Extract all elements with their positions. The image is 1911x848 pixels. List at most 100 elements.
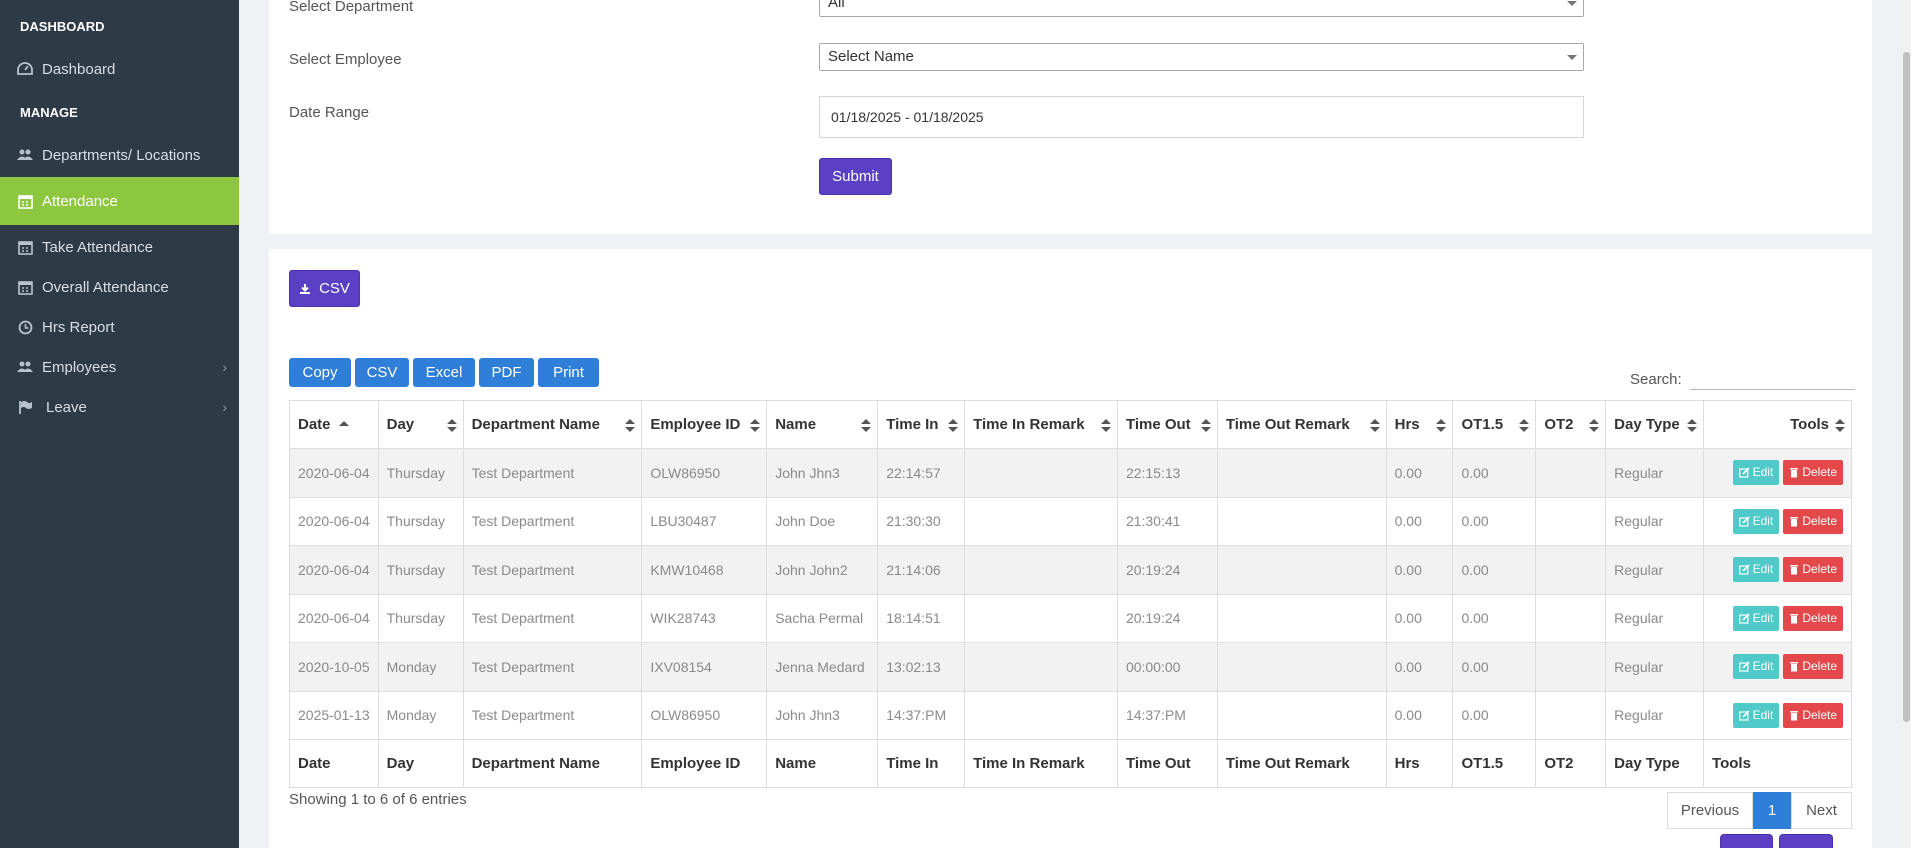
search-label: Search: bbox=[1630, 370, 1682, 388]
table-row: 2020-10-05 Monday Test Department IXV08154 J… bbox=[289, 642, 1852, 692]
sort-asc-icon bbox=[339, 421, 349, 435]
cell-ot15: 0.00 bbox=[1452, 593, 1537, 643]
sidebar-item-leave[interactable]: Leave › bbox=[0, 387, 239, 427]
sidebar-item-attendance[interactable]: Attendance bbox=[0, 177, 239, 225]
col-header-day-type[interactable]: Day Type bbox=[1605, 400, 1705, 449]
cell-ot15: 0.00 bbox=[1452, 496, 1537, 546]
footer-action-button-1[interactable] bbox=[1720, 834, 1773, 848]
row-tools: Edit Delete bbox=[1712, 702, 1843, 728]
page-scrollbar[interactable] bbox=[1902, 0, 1911, 848]
chevron-right-icon: › bbox=[222, 359, 227, 375]
edit-label: Edit bbox=[1752, 513, 1774, 528]
delete-button[interactable]: Delete bbox=[1783, 702, 1843, 728]
cell-day-type: Regular bbox=[1605, 448, 1705, 498]
users-icon bbox=[17, 147, 33, 163]
col-header-time-in-remark[interactable]: Time In Remark bbox=[964, 400, 1118, 449]
footer-hrs: Hrs bbox=[1385, 739, 1454, 788]
cell-ot15: 0.00 bbox=[1452, 545, 1537, 595]
cell-day-type: Regular bbox=[1605, 690, 1705, 740]
delete-button[interactable]: Delete bbox=[1783, 508, 1843, 534]
sidebar-item-take-attendance[interactable]: Take Attendance bbox=[0, 227, 239, 267]
trash-icon bbox=[1790, 468, 1799, 478]
col-header-date[interactable]: Date bbox=[289, 400, 379, 449]
submit-button[interactable]: Submit bbox=[819, 158, 892, 195]
pagination-next[interactable]: Next bbox=[1791, 792, 1852, 829]
pagination-previous[interactable]: Previous bbox=[1667, 792, 1753, 829]
edit-button[interactable]: Edit bbox=[1732, 460, 1780, 486]
export-csv-button[interactable]: CSV bbox=[355, 358, 409, 387]
col-header-time-out-remark[interactable]: Time Out Remark bbox=[1216, 400, 1387, 449]
employee-select[interactable]: Select Name bbox=[819, 43, 1584, 71]
sidebar-section-dashboard: DASHBOARD bbox=[20, 19, 105, 34]
cell-time-out: 14:37:PM bbox=[1116, 690, 1218, 740]
row-tools: Edit Delete bbox=[1712, 605, 1843, 631]
col-header-day[interactable]: Day bbox=[377, 400, 464, 449]
cell-hrs: 0.00 bbox=[1385, 642, 1454, 692]
footer-day-type: Day Type bbox=[1605, 739, 1705, 788]
sidebar-item-hrs-report[interactable]: Hrs Report bbox=[0, 307, 239, 347]
delete-button[interactable]: Delete bbox=[1783, 605, 1843, 631]
col-header-ot15[interactable]: OT1.5 bbox=[1452, 400, 1537, 449]
edit-label: Edit bbox=[1752, 659, 1774, 674]
col-header-hrs[interactable]: Hrs bbox=[1385, 400, 1454, 449]
col-header-tools[interactable]: Tools bbox=[1703, 400, 1852, 449]
table-row: 2020-06-04 Thursday Test Department OLW8695… bbox=[289, 448, 1852, 498]
print-button[interactable]: Print bbox=[538, 358, 599, 387]
dashboard-icon bbox=[17, 61, 33, 77]
delete-button[interactable]: Delete bbox=[1783, 460, 1843, 486]
csv-download-label: CSV bbox=[319, 280, 350, 297]
sidebar-item-overall-attendance[interactable]: Overall Attendance bbox=[0, 267, 239, 307]
edit-button[interactable]: Edit bbox=[1732, 557, 1780, 583]
cell-time-out: 00:00:00 bbox=[1116, 642, 1218, 692]
cell-time-in: 22:14:57 bbox=[877, 448, 966, 498]
cell-date: 2020-06-04 bbox=[289, 593, 379, 643]
col-header-employee-id[interactable]: Employee ID bbox=[641, 400, 768, 449]
cell-name: John Jhn3 bbox=[766, 690, 879, 740]
delete-label: Delete bbox=[1802, 465, 1837, 480]
pagination-page-1[interactable]: 1 bbox=[1753, 792, 1791, 829]
col-header-time-in[interactable]: Time In bbox=[877, 400, 966, 449]
sort-icon bbox=[1369, 419, 1380, 433]
sidebar-item-departments[interactable]: Departments/ Locations bbox=[0, 135, 239, 175]
edit-button[interactable]: Edit bbox=[1732, 605, 1780, 631]
sort-icon bbox=[948, 419, 959, 433]
col-header-department-name[interactable]: Department Name bbox=[462, 400, 643, 449]
cell-name: Sacha Permal bbox=[766, 593, 879, 643]
sidebar-item-employees[interactable]: Employees › bbox=[0, 347, 239, 387]
footer-action-button-2[interactable] bbox=[1779, 834, 1833, 848]
trash-icon bbox=[1790, 565, 1799, 575]
delete-button[interactable]: Delete bbox=[1783, 654, 1843, 680]
cell-employee-id: LBU30487 bbox=[641, 496, 768, 546]
scrollbar-thumb[interactable] bbox=[1903, 52, 1910, 722]
sort-icon bbox=[1100, 419, 1111, 433]
col-header-name[interactable]: Name bbox=[766, 400, 879, 449]
col-header-ot2[interactable]: OT2 bbox=[1535, 400, 1607, 449]
excel-button[interactable]: Excel bbox=[413, 358, 475, 387]
footer-tools: Tools bbox=[1703, 739, 1852, 788]
delete-button[interactable]: Delete bbox=[1783, 557, 1843, 583]
cell-time-out: 20:19:24 bbox=[1116, 593, 1218, 643]
sort-icon bbox=[1835, 419, 1845, 433]
csv-download-button[interactable]: CSV bbox=[289, 270, 360, 307]
copy-button[interactable]: Copy bbox=[289, 358, 351, 387]
col-header-time-out[interactable]: Time Out bbox=[1116, 400, 1218, 449]
cell-time-in: 18:14:51 bbox=[877, 593, 966, 643]
cell-name: Jenna Medard bbox=[766, 642, 879, 692]
pdf-button[interactable]: PDF bbox=[479, 358, 534, 387]
department-select[interactable]: All bbox=[819, 0, 1584, 17]
edit-button[interactable]: Edit bbox=[1732, 702, 1780, 728]
trash-icon bbox=[1790, 662, 1799, 672]
edit-button[interactable]: Edit bbox=[1732, 508, 1780, 534]
cell-name: John Doe bbox=[766, 496, 879, 546]
edit-icon bbox=[1738, 710, 1750, 721]
edit-button[interactable]: Edit bbox=[1732, 654, 1780, 680]
cell-hrs: 0.00 bbox=[1385, 593, 1454, 643]
delete-label: Delete bbox=[1802, 610, 1837, 625]
date-range-input[interactable]: 01/18/2025 - 01/18/2025 bbox=[819, 96, 1584, 138]
cell-time-out: 21:30:41 bbox=[1116, 496, 1218, 546]
cell-date: 2020-06-04 bbox=[289, 448, 379, 498]
sidebar-item-dashboard[interactable]: Dashboard bbox=[0, 49, 239, 89]
edit-label: Edit bbox=[1752, 707, 1774, 722]
search-input[interactable] bbox=[1689, 368, 1855, 390]
cell-hrs: 0.00 bbox=[1385, 448, 1454, 498]
